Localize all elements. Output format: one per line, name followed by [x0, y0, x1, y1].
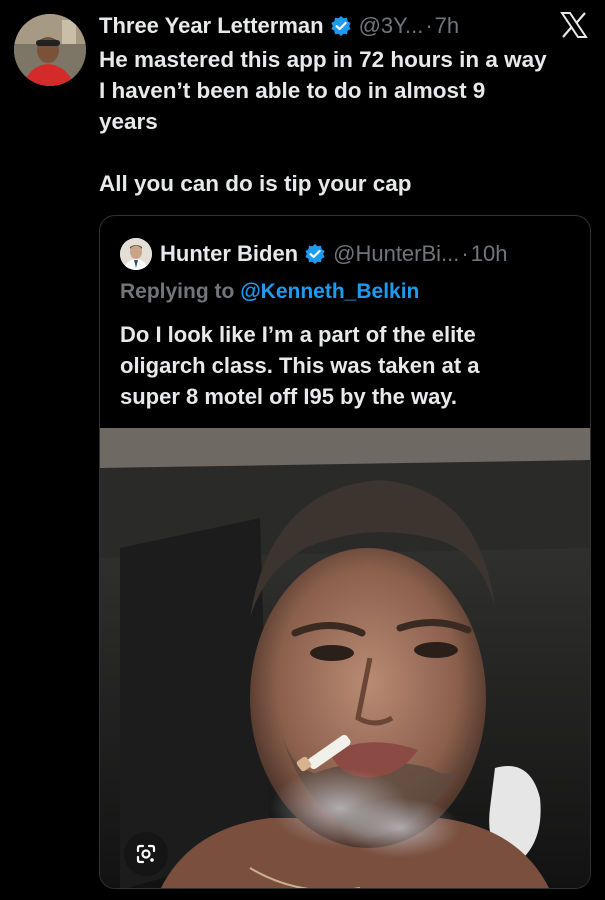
- verified-badge-icon: [330, 16, 351, 36]
- separator-dot: ·: [461, 241, 469, 266]
- verified-badge-icon: [305, 244, 325, 264]
- separator-dot: ·: [425, 13, 433, 38]
- google-lens-icon: [136, 844, 156, 864]
- tweet-text-line: He mastered this app in 72 hours in a wa…: [99, 47, 547, 72]
- x-logo-icon[interactable]: [559, 10, 589, 40]
- quoted-author-handle[interactable]: @HunterBi...: [333, 241, 459, 267]
- quoted-author-name[interactable]: Hunter Biden: [160, 241, 298, 267]
- tweet-text: He mastered this app in 72 hours in a wa…: [99, 44, 599, 199]
- quoted-tweet-timestamp[interactable]: 10h: [471, 241, 508, 267]
- quoted-tweet-text: Do I look like I’m a part of the elite o…: [120, 319, 570, 412]
- quoted-tweet-photo[interactable]: [100, 428, 590, 888]
- quoted-text-line: Do I look like I’m a part of the elite: [120, 322, 476, 347]
- tweet-timestamp[interactable]: 7h: [435, 13, 459, 39]
- quoted-text-line: super 8 motel off I95 by the way.: [120, 384, 458, 409]
- profile-photo-icon: [120, 238, 152, 270]
- quoted-tweet-card[interactable]: Hunter Biden @HunterBi... · 10h Replying…: [99, 215, 591, 889]
- replying-to-label: Replying to: [120, 280, 235, 303]
- quoted-author-avatar[interactable]: [120, 238, 152, 270]
- selfie-photo: [100, 428, 590, 888]
- tweet-text-line: All you can do is tip your cap: [99, 171, 412, 196]
- author-name[interactable]: Three Year Letterman: [99, 13, 324, 39]
- tweet-header: Three Year Letterman @3Y... · 7h: [99, 10, 459, 42]
- replying-to-mention[interactable]: @Kenneth_Belkin: [240, 280, 419, 303]
- replying-to: Replying to @Kenneth_Belkin: [120, 280, 419, 304]
- quoted-text-line: oligarch class. This was taken at a: [120, 353, 480, 378]
- google-lens-button[interactable]: [124, 832, 168, 876]
- author-avatar[interactable]: [14, 14, 86, 86]
- tweet-text-line: I haven’t been able to do in almost 9: [99, 78, 486, 103]
- author-handle[interactable]: @3Y...: [359, 13, 424, 39]
- quoted-tweet-header: Hunter Biden @HunterBi... · 10h: [120, 237, 507, 271]
- tweet-text-line: years: [99, 109, 158, 134]
- profile-photo-icon: [14, 14, 86, 86]
